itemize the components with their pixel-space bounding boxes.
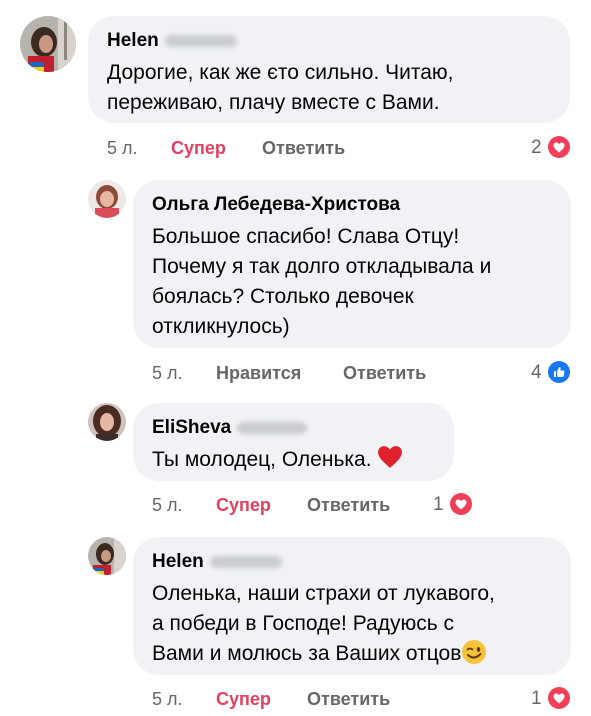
react-button[interactable]: Супер (216, 689, 271, 710)
reaction-count[interactable]: 1 (433, 494, 444, 516)
comment-author[interactable]: EliSheva (152, 417, 308, 439)
comment-timestamp[interactable]: 5 л. (107, 138, 138, 159)
comment-text-line: а победи в Господе! Радуюсь с (152, 612, 454, 635)
comment-author[interactable]: Helen (107, 30, 237, 52)
reaction-count[interactable]: 4 (531, 362, 542, 384)
avatar[interactable] (88, 180, 126, 218)
comment-text-line: Ты молодец, Оленька. (152, 445, 403, 478)
react-button[interactable]: Супер (216, 495, 271, 516)
like-icon[interactable] (548, 361, 570, 383)
comment-text-line: Оленька, наши страхи от лукавого, (152, 582, 495, 605)
comment-author[interactable]: Ольга Лебедева-Христова (152, 194, 400, 216)
heart-icon[interactable] (548, 136, 570, 158)
avatar[interactable] (20, 16, 76, 72)
comment-text-line: Почему я так долго откладывала и (152, 255, 492, 278)
comment-timestamp[interactable]: 5 л. (152, 495, 183, 516)
comment-text-line: Дорогие, как же єто сильно. Читаю, (107, 61, 454, 84)
comment-text-line: откликнулось) (152, 315, 290, 338)
reply-button[interactable]: Ответить (343, 363, 426, 384)
heart-icon[interactable] (450, 493, 472, 515)
comment-author[interactable]: Helen (152, 551, 282, 573)
heart-emoji-icon (377, 445, 403, 478)
heart-icon[interactable] (548, 687, 570, 709)
reaction-count[interactable]: 1 (531, 688, 542, 710)
comment-text-line: Большое спасибо! Слава Отцу! (152, 225, 460, 248)
avatar[interactable] (88, 403, 126, 441)
comment-text-line: Вами и молюсь за Ваших отцов (152, 639, 487, 674)
like-button[interactable]: Нравится (216, 363, 301, 384)
reply-button[interactable]: Ответить (307, 495, 390, 516)
comment-text-line: переживаю, плачу вместе с Вами. (107, 91, 440, 114)
comment-text-line: боялась? Столько девочек (152, 285, 414, 308)
reaction-count[interactable]: 2 (531, 137, 542, 159)
reply-button[interactable]: Ответить (262, 138, 345, 159)
reply-button[interactable]: Ответить (307, 689, 390, 710)
comment-timestamp[interactable]: 5 л. (152, 689, 183, 710)
winking-face-icon (461, 639, 487, 674)
avatar[interactable] (88, 537, 126, 575)
comment-timestamp[interactable]: 5 л. (152, 363, 183, 384)
react-button[interactable]: Супер (171, 138, 226, 159)
